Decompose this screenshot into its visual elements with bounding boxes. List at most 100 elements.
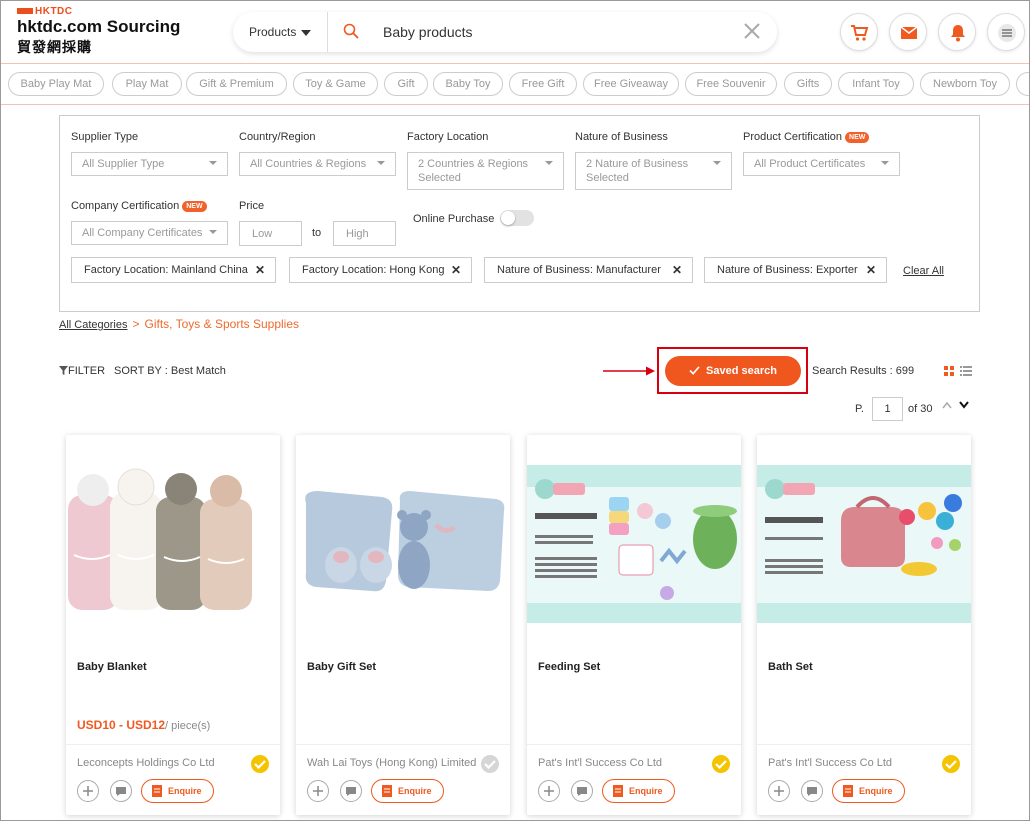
mail-button[interactable] — [889, 13, 927, 51]
nature-of-business-select[interactable]: 2 Nature of Business Selected — [575, 152, 732, 190]
page-frame: HKTDC hktdc.com Sourcing 貿發網採購 Products … — [0, 0, 1030, 821]
enquire-button[interactable]: Enquire — [832, 779, 905, 803]
product-certification-label: Product Certification NEW — [743, 131, 870, 143]
search-divider — [327, 12, 328, 52]
clear-all-link[interactable]: Clear All — [903, 265, 944, 277]
caret-down-icon — [301, 29, 312, 36]
notification-button[interactable] — [938, 13, 976, 51]
tag-chip[interactable]: Gift & Premium — [186, 72, 287, 96]
supplier-name[interactable]: Pat's Int'l Success Co Ltd — [538, 757, 662, 769]
tag-chip[interactable]: Play Mat — [112, 72, 182, 96]
price-label: Price — [239, 200, 265, 212]
tag-chip[interactable]: Baby Play Mat — [8, 72, 104, 96]
tag-chip[interactable]: Free Gift — [509, 72, 577, 96]
search-input[interactable] — [383, 22, 733, 42]
verified-supplier-icon — [481, 755, 499, 773]
page-total: of 30 — [908, 403, 933, 415]
cart-icon — [851, 25, 869, 41]
company-certification-select[interactable]: All Company Certificates — [71, 221, 228, 245]
tag-chip[interactable]: Infant Toy — [838, 72, 914, 96]
account-menu-button[interactable] — [987, 13, 1025, 51]
product-image[interactable] — [296, 465, 510, 623]
toggle-knob — [501, 211, 515, 225]
plus-icon — [83, 786, 93, 796]
enquire-button[interactable]: Enquire — [371, 779, 444, 803]
document-icon — [152, 785, 162, 797]
product-image[interactable] — [757, 465, 971, 623]
tag-chip-overflow[interactable] — [1016, 72, 1029, 96]
chat-button[interactable] — [801, 780, 823, 802]
product-image[interactable] — [527, 465, 741, 623]
product-image[interactable] — [66, 465, 280, 623]
search-icon[interactable] — [343, 23, 359, 39]
price-low-input[interactable]: Low — [239, 221, 302, 246]
chat-button[interactable] — [110, 780, 132, 802]
product-name[interactable]: Feeding Set — [538, 661, 600, 673]
chat-button[interactable] — [340, 780, 362, 802]
caret-down-icon — [209, 161, 217, 165]
site-logo-text[interactable]: hktdc.com Sourcing — [17, 17, 180, 37]
list-view-icon[interactable] — [960, 366, 972, 376]
remove-filter-icon[interactable]: ✕ — [866, 258, 876, 282]
supplier-name[interactable]: Wah Lai Toys (Hong Kong) Limited — [307, 757, 476, 769]
add-to-list-button[interactable] — [307, 780, 329, 802]
supplier-name[interactable]: Pat's Int'l Success Co Ltd — [768, 757, 892, 769]
chevron-up-icon[interactable] — [942, 401, 952, 409]
remove-filter-icon[interactable]: ✕ — [672, 258, 682, 282]
supplier-type-select[interactable]: All Supplier Type — [71, 152, 228, 176]
tag-chip[interactable]: Free Souvenir — [685, 72, 777, 96]
breadcrumb-current[interactable]: Gifts, Toys & Sports Supplies — [145, 317, 300, 331]
tag-chip[interactable]: Free Giveaway — [583, 72, 679, 96]
chevron-down-icon[interactable] — [959, 401, 969, 409]
clear-search-icon[interactable] — [743, 22, 761, 40]
factory-location-select[interactable]: 2 Countries & Regions Selected — [407, 152, 564, 190]
online-purchase-toggle[interactable] — [500, 210, 534, 226]
chat-button[interactable] — [571, 780, 593, 802]
add-to-list-button[interactable] — [538, 780, 560, 802]
tag-chip[interactable]: Baby Toy — [433, 72, 503, 96]
search-results-count: Search Results : 699 — [812, 365, 915, 377]
hktdc-logo[interactable]: HKTDC — [17, 6, 73, 17]
remove-filter-icon[interactable]: ✕ — [255, 258, 265, 282]
plus-icon — [774, 786, 784, 796]
grid-view-icon[interactable] — [944, 366, 954, 376]
saved-search-button[interactable]: Saved search — [665, 356, 801, 386]
document-icon — [382, 785, 392, 797]
breadcrumb-all-categories[interactable]: All Categories — [59, 319, 127, 331]
cart-button[interactable] — [840, 13, 878, 51]
page-number-input[interactable]: 1 — [872, 397, 903, 421]
price-high-input[interactable]: High — [333, 221, 396, 246]
tag-chip[interactable]: Toy & Game — [293, 72, 378, 96]
chat-icon — [116, 787, 126, 796]
supplier-name[interactable]: Leconcepts Holdings Co Ltd — [77, 757, 215, 769]
product-name[interactable]: Baby Blanket — [77, 661, 147, 673]
product-card[interactable]: Bath Set Pat's Int'l Success Co Ltd Enqu… — [757, 435, 971, 815]
nature-of-business-label: Nature of Business — [575, 131, 668, 143]
sort-by-dropdown[interactable]: SORT BY : Best Match — [114, 365, 226, 377]
filter-panel: Supplier Type All Supplier Type Country/… — [59, 115, 980, 312]
enquire-button[interactable]: Enquire — [602, 779, 675, 803]
tag-chip[interactable]: Gifts — [784, 72, 832, 96]
add-to-list-button[interactable] — [77, 780, 99, 802]
tag-chip[interactable]: Newborn Toy — [920, 72, 1010, 96]
tag-chip[interactable]: Gift — [384, 72, 428, 96]
product-certification-select[interactable]: All Product Certificates — [743, 152, 900, 176]
search-category-dropdown[interactable]: Products — [249, 25, 312, 39]
product-card[interactable]: Baby Gift Set Wah Lai Toys (Hong Kong) L… — [296, 435, 510, 815]
search-bar: Products — [233, 12, 777, 52]
filter-toggle-button[interactable]: FILTER — [59, 365, 105, 377]
document-icon — [613, 785, 623, 797]
country-region-select[interactable]: All Countries & Regions — [239, 152, 396, 176]
add-to-list-button[interactable] — [768, 780, 790, 802]
check-icon — [689, 366, 700, 375]
chat-icon — [346, 787, 356, 796]
product-card[interactable]: Baby Blanket USD10 - USD12/ piece(s) Lec… — [66, 435, 280, 815]
product-name[interactable]: Bath Set — [768, 661, 813, 673]
product-card[interactable]: Feeding Set Pat's Int'l Success Co Ltd E… — [527, 435, 741, 815]
plus-icon — [313, 786, 323, 796]
remove-filter-icon[interactable]: ✕ — [451, 258, 461, 282]
product-name[interactable]: Baby Gift Set — [307, 661, 376, 673]
new-badge: NEW — [182, 200, 207, 212]
caret-down-icon — [209, 230, 217, 234]
enquire-button[interactable]: Enquire — [141, 779, 214, 803]
